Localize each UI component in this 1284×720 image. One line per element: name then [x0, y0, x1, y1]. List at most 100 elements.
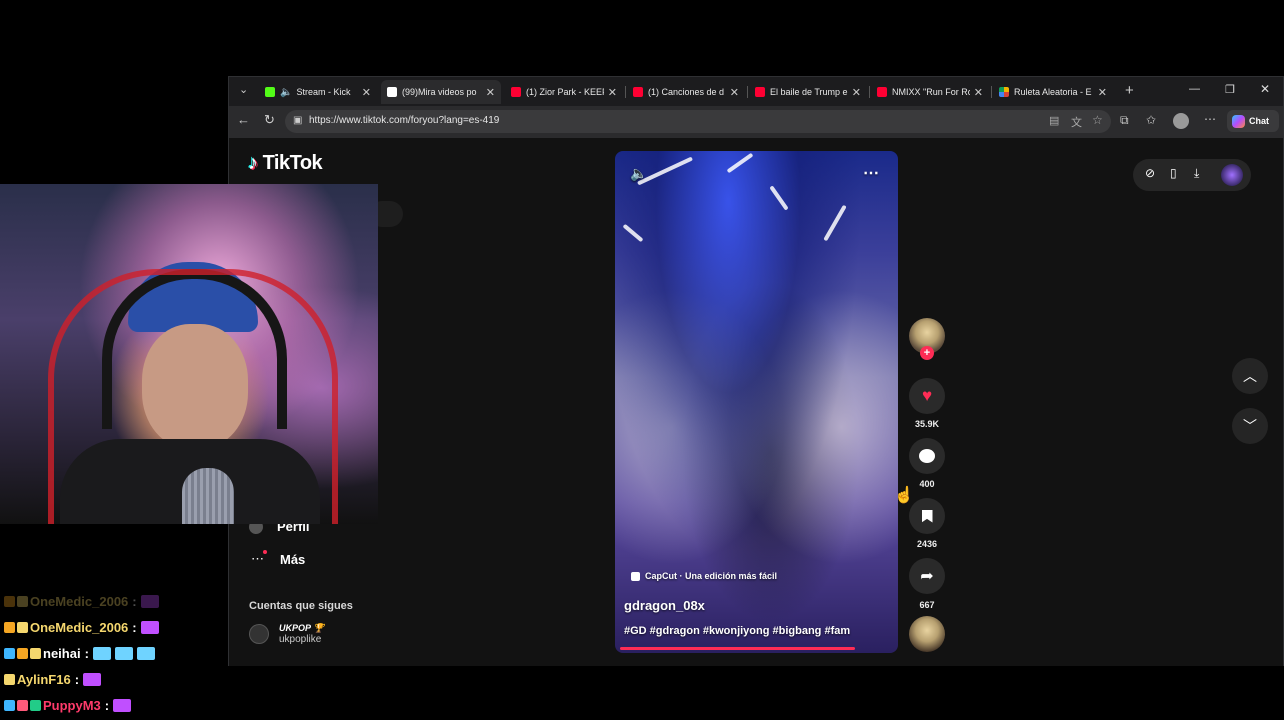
chat-label: Chat [1249, 116, 1269, 126]
emote-icon [113, 699, 132, 712]
close-tab-icon[interactable]: ✕ [974, 86, 983, 99]
next-video-button[interactable]: ﹀ [1232, 408, 1268, 444]
crown-badge-icon [4, 622, 15, 633]
url-text[interactable]: https://www.tiktok.com/foryou?lang=es-41… [309, 115, 499, 126]
previous-video-button[interactable]: ︿ [1232, 358, 1268, 394]
sub-badge-icon [4, 674, 15, 685]
tiktok-logo[interactable]: ♪ TikTok [248, 152, 323, 175]
tab-youtube-2[interactable]: (1) Canciones de d ✕ [627, 80, 745, 104]
chat-message: PuppyM3 : [4, 698, 132, 713]
following-account[interactable]: UKPOP 🏆 ukpoplike [249, 622, 324, 646]
close-window-icon[interactable]: ✕ [1260, 82, 1270, 96]
extensions-icon[interactable]: ⧉ [1120, 113, 1129, 128]
following-heading: Cuentas que sigues [249, 600, 353, 612]
sub-badge-icon [17, 596, 28, 607]
emote-icon [114, 647, 133, 660]
emote-icon [136, 647, 155, 660]
emote-icon [92, 647, 111, 660]
chevron-down-icon: ﹀ [1243, 418, 1257, 434]
reader-icon[interactable]: ▤ [1049, 114, 1059, 127]
restore-icon[interactable]: ❐ [1225, 83, 1235, 96]
page-tools-bar: ⊘ ▯ ⤓ [1133, 159, 1251, 191]
chat-username: OneMedic_2006 [30, 594, 129, 609]
video-progress-bar[interactable] [620, 647, 855, 650]
chat-username: PuppyM3 [43, 698, 101, 713]
copilot-icon [1232, 114, 1245, 128]
tab-title: (1) Canciones de d [648, 87, 725, 97]
tab-title: Ruleta Aleatoria - E [1014, 87, 1092, 97]
sub-badge-icon [17, 622, 28, 633]
youtube-favicon-icon [877, 87, 887, 97]
emote-icon [140, 621, 159, 634]
mute-icon[interactable]: 🔈 [280, 87, 292, 98]
microphone [182, 468, 234, 524]
new-tab-icon[interactable]: + [1125, 82, 1134, 99]
capcut-watermark[interactable]: CapCut · Una edición más fácil [631, 571, 777, 581]
reload-icon[interactable]: ↻ [264, 112, 275, 128]
gem-badge-icon [4, 700, 15, 711]
tab-youtube-1[interactable]: (1) Zior Park - KEEP ✕ [505, 80, 623, 104]
level-badge-icon [17, 700, 28, 711]
close-tab-icon[interactable]: ✕ [1098, 86, 1107, 99]
device-icon[interactable]: ▯ [1170, 166, 1177, 180]
close-tab-icon[interactable]: ✕ [486, 86, 495, 99]
close-tab-icon[interactable]: ✕ [608, 86, 617, 99]
level-badge-icon [17, 648, 28, 659]
follow-plus-icon[interactable]: + [920, 346, 934, 360]
video-player[interactable]: 🔈 ⋯ CapCut · Una edición más fácil gdrag… [615, 151, 898, 653]
emote-icon [83, 673, 102, 686]
chat-username: AylinF16 [17, 672, 71, 687]
save-button[interactable] [909, 498, 945, 534]
video-caption[interactable]: #GD #gdragon #kwonjiyong #bigbang #fam [624, 625, 850, 637]
close-tab-icon[interactable]: ✕ [730, 86, 739, 99]
chat-message: neihai : [4, 646, 155, 661]
address-bar-row: ← ↻ ▣ https://www.tiktok.com/foryou?lang… [229, 106, 1283, 138]
share-count: 667 [919, 600, 935, 610]
chat-separator: : [132, 594, 137, 609]
user-avatar[interactable] [1221, 164, 1243, 186]
tab-list-icon[interactable]: ⌄ [239, 83, 248, 96]
close-tab-icon[interactable]: ✕ [852, 86, 861, 99]
favorite-star-icon[interactable]: ☆ [1092, 113, 1103, 127]
like-count: 35.9K [914, 419, 940, 429]
download-icon[interactable]: ⤓ [1194, 166, 1199, 181]
tab-tiktok[interactable]: (99)Mira videos po ✕ [381, 80, 501, 104]
watermark-text: CapCut · Una edición más fácil [645, 571, 778, 581]
video-more-icon[interactable]: ⋯ [863, 163, 879, 183]
minimize-icon[interactable]: — [1189, 83, 1200, 95]
video-username[interactable]: gdragon_08x [624, 598, 705, 613]
explore-icon[interactable]: ⊘ [1145, 166, 1155, 180]
capcut-icon [631, 571, 640, 581]
tab-youtube-3[interactable]: El baile de Trump e ✕ [749, 80, 867, 104]
favorites-icon[interactable]: ✩ [1146, 113, 1156, 127]
chat-message: OneMedic_2006 : [4, 620, 159, 635]
music-disc-avatar[interactable] [909, 616, 945, 652]
tab-youtube-4[interactable]: NMIXX "Run For Ro ✕ [871, 80, 989, 104]
copilot-chat-button[interactable]: Chat [1227, 110, 1279, 132]
tab-kick-stream[interactable]: 🔈 Stream - Kick ✕ [259, 80, 377, 104]
close-tab-icon[interactable]: ✕ [362, 86, 371, 99]
sidebar-item-label: Más [280, 551, 306, 567]
comment-button[interactable] [909, 438, 945, 474]
site-info-icon[interactable]: ▣ [293, 115, 302, 126]
more-dots-icon: ⋯ [251, 550, 267, 567]
back-icon[interactable]: ← [237, 112, 250, 127]
tab-ruleta[interactable]: Ruleta Aleatoria - E ✕ [993, 80, 1113, 104]
ruleta-favicon-icon [999, 87, 1009, 97]
address-bar[interactable]: ▣ https://www.tiktok.com/foryou?lang=es-… [285, 110, 1111, 133]
tiktok-note-icon: ♪ [248, 152, 258, 174]
more-menu-icon[interactable]: ⋯ [1204, 112, 1216, 126]
sidebar-item-more[interactable]: ⋯ Más [251, 550, 306, 567]
tab-title: NMIXX "Run For Ro [892, 87, 970, 97]
volume-icon[interactable]: 🔈 [630, 165, 647, 182]
like-button[interactable]: ♥ [909, 378, 945, 414]
chat-separator: : [74, 672, 80, 687]
tab-bar: ⌄ 🔈 Stream - Kick ✕ (99)Mira videos po ✕… [229, 77, 1283, 106]
profile-avatar-icon[interactable] [1173, 113, 1189, 129]
heart-icon: ♥ [921, 386, 933, 405]
webcam-overlay [0, 184, 378, 524]
share-button[interactable]: ➦ [909, 558, 945, 594]
tab-title: Stream - Kick [296, 87, 351, 97]
kick-favicon-icon [265, 87, 275, 97]
translate-icon[interactable]: 文 [1071, 114, 1082, 130]
